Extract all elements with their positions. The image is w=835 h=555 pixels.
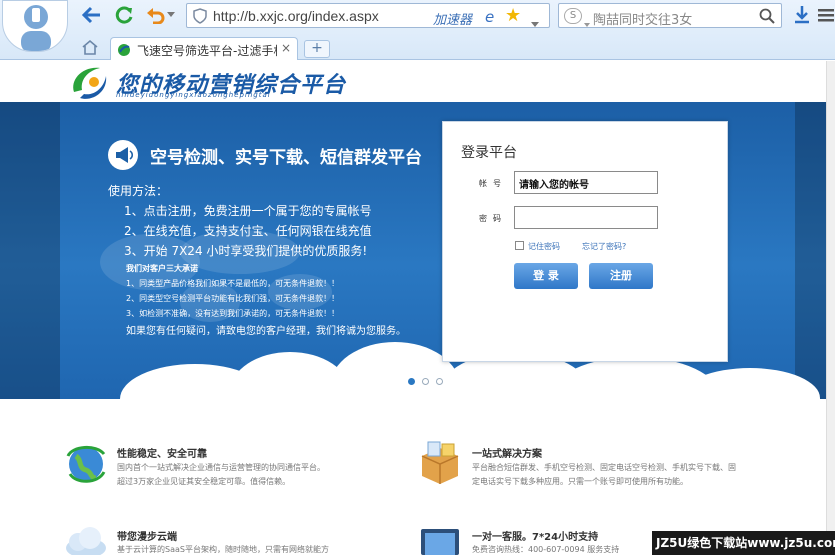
- remember-checkbox[interactable]: [515, 241, 524, 250]
- password-label: 密码: [479, 214, 507, 223]
- promise-title: 我们对客户三大承诺: [126, 264, 198, 273]
- ie-mode-icon[interactable]: e: [485, 8, 494, 26]
- tab-close-icon[interactable]: ×: [281, 41, 291, 55]
- usage-step: 3、开始 7X24 小时享受我们提供的优质服务!: [124, 244, 368, 258]
- engine-dropdown-icon[interactable]: [584, 13, 590, 32]
- site-header: 您的移动营销综合平台 nindeyidongyingxiaozongheping…: [0, 60, 835, 102]
- feature-title: 一站式解决方案: [472, 449, 542, 460]
- account-value: 请输入您的帐号: [519, 180, 589, 191]
- search-engine-icon[interactable]: S: [564, 8, 582, 24]
- browser-window: http://b.xxjc.org/index.aspx 加速器 e ★ S 陶…: [0, 0, 835, 555]
- banner-left-shade: [0, 102, 60, 399]
- login-title: 登录平台: [461, 145, 517, 161]
- download-icon[interactable]: [790, 4, 814, 26]
- register-button[interactable]: 注册: [589, 263, 653, 289]
- site-favicon-icon: [117, 42, 131, 61]
- usage-title: 使用方法：: [108, 184, 169, 198]
- back-icon[interactable]: [80, 4, 104, 26]
- undo-dropdown-icon[interactable]: [164, 4, 178, 26]
- megaphone-icon: [108, 140, 138, 170]
- usage-step: 2、在线充值，支持支付宝、任何网银在线充值: [124, 224, 372, 238]
- carousel-dot[interactable]: [436, 378, 443, 385]
- feature-desc: 超过3万家企业见证其安全稳定可靠。值得信赖。: [117, 477, 291, 486]
- login-button[interactable]: 登 录: [514, 263, 578, 289]
- address-dropdown-icon[interactable]: [531, 13, 539, 32]
- star-icon[interactable]: ★: [505, 5, 521, 26]
- feature-title: 性能稳定、安全可靠: [117, 449, 207, 460]
- browser-toolbar: http://b.xxjc.org/index.aspx 加速器 e ★ S 陶…: [0, 0, 835, 60]
- account-label: 帐号: [479, 179, 507, 188]
- search-icon[interactable]: [759, 8, 775, 28]
- refresh-icon[interactable]: [112, 4, 136, 26]
- remember-label[interactable]: 记住密码: [528, 241, 560, 252]
- carousel-dot[interactable]: [422, 378, 429, 385]
- feature-title: 带您漫步云端: [117, 532, 177, 543]
- tab-bar: 飞速空号筛选平台-过滤手机空号 × +: [0, 34, 835, 60]
- tab-title: 飞速空号筛选平台-过滤手机空号: [137, 44, 277, 58]
- address-bar[interactable]: http://b.xxjc.org/index.aspx 加速器 e ★: [186, 3, 550, 28]
- feature-desc: 国内首个一站式解决企业通信与运营管理的协同通信平台。: [117, 463, 325, 472]
- login-panel: 登录平台 帐号 请输入您的帐号 密码 记住密码 忘记了密码? 登 录 注册: [442, 121, 728, 362]
- globe-refresh-icon: [62, 442, 110, 486]
- promise-item: 3、如检测不准确，没有达到我们承诺的，可无条件退款！！: [126, 309, 340, 318]
- banner-headline: 空号检测、实号下载、短信群发平台: [150, 148, 422, 168]
- cloud-icon: [62, 526, 110, 555]
- feature-desc: 平台融合短信群发、手机空号检测、固定电话空号检测、手机实号下载、固: [472, 463, 736, 472]
- account-input[interactable]: 请输入您的帐号: [514, 171, 658, 194]
- site-logo-subtitle: nindeyidongyingxiaozonghepingtai: [116, 91, 271, 99]
- package-box-icon: [416, 440, 464, 484]
- feature-title: 一对一客服。7*24小时支持: [472, 532, 599, 543]
- promise-item: 2、同类型空号检测平台功能有比我们强，可无条件退款！！: [126, 294, 340, 303]
- new-tab-button[interactable]: +: [304, 40, 330, 58]
- contact-note: 如果您有任何疑问，请致电您的客户经理，我们将诚为您服务。: [126, 326, 406, 337]
- menu-icon[interactable]: [816, 4, 835, 26]
- home-icon[interactable]: [78, 36, 102, 58]
- accelerator-label[interactable]: 加速器: [433, 9, 472, 28]
- page-scrollbar[interactable]: [826, 61, 835, 531]
- tab-active[interactable]: 飞速空号筛选平台-过滤手机空号 ×: [110, 37, 298, 60]
- feature-desc: 免费咨询热线：400-607-0094 服务支持: [472, 545, 620, 554]
- shield-icon: [193, 8, 207, 28]
- carousel-dot[interactable]: [408, 378, 415, 385]
- promise-item: 1、同类型产品价格我们如果不是最低的，可无条件退款！！: [126, 279, 340, 288]
- forgot-password-link[interactable]: 忘记了密码?: [582, 241, 626, 252]
- feature-desc: 基于云计算的SaaS平台架构，随时随地，只需有网络就能方: [117, 545, 329, 554]
- support-screen-icon: [420, 528, 468, 555]
- url-text[interactable]: http://b.xxjc.org/index.aspx: [213, 8, 379, 24]
- password-input[interactable]: [514, 206, 658, 229]
- search-placeholder: 陶喆同时交往3女: [593, 13, 693, 28]
- download-site-watermark: JZ5U绿色下载站www.jz5u.com: [652, 531, 835, 555]
- search-box[interactable]: S 陶喆同时交往3女: [558, 3, 782, 28]
- feature-desc: 定电话实号下载多种应用。只需一个账号即可使用所有功能。: [472, 477, 688, 486]
- usage-step: 1、点击注册，免费注册一个属于您的专属帐号: [124, 204, 372, 218]
